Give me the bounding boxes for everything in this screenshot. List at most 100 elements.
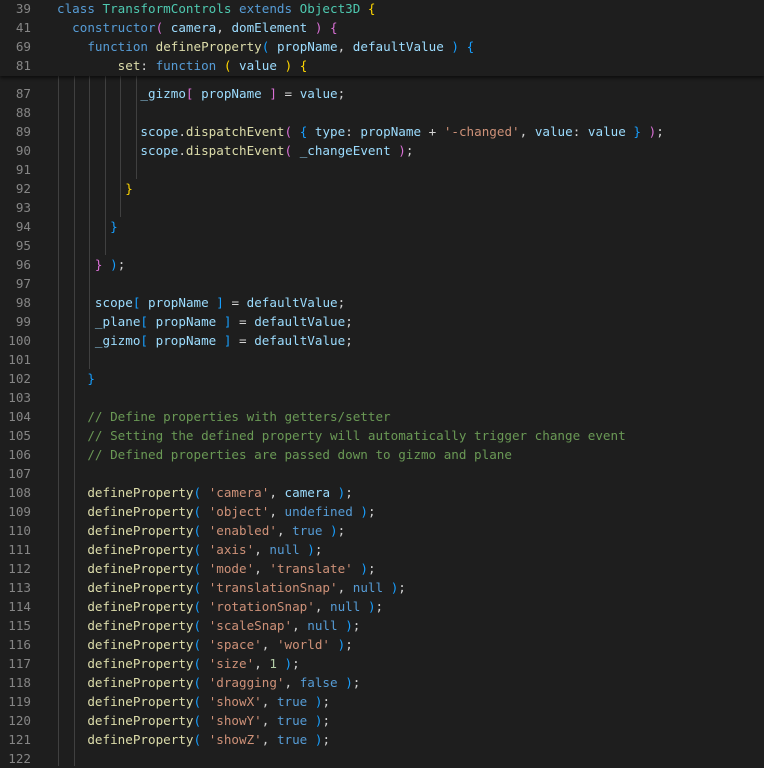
line-number: 120 <box>8 713 31 728</box>
code-line[interactable]: 97 <box>0 274 764 293</box>
code-line[interactable]: 118 defineProperty( 'dragging', false ); <box>0 673 764 692</box>
code-line[interactable]: 93 <box>0 198 764 217</box>
code-token: { <box>367 1 376 16</box>
code-token: defineProperty <box>87 580 194 595</box>
line-number: 121 <box>8 732 31 747</box>
line-number: 89 <box>15 124 31 139</box>
code-line[interactable]: 110 defineProperty( 'enabled', true ); <box>0 521 764 540</box>
code-line[interactable]: 106 // Defined properties are passed dow… <box>0 445 764 464</box>
code-line[interactable]: 113 defineProperty( 'translationSnap', n… <box>0 578 764 597</box>
code-line[interactable]: 101 <box>0 350 764 369</box>
code-line[interactable]: 95 <box>0 236 764 255</box>
line-code: defineProperty( 'camera', camera ); <box>57 483 353 502</box>
code-line[interactable]: 107 <box>0 464 764 483</box>
line-number: 108 <box>8 485 31 500</box>
code-line[interactable]: 89 scope.dispatchEvent( { type: propName… <box>0 122 764 141</box>
code-token: , <box>216 20 232 35</box>
code-token: propName <box>360 124 422 139</box>
code-line[interactable]: 100 _gizmo[ propName ] = defaultValue; <box>0 331 764 350</box>
code-token: , <box>254 542 270 557</box>
code-line[interactable]: 92 } <box>0 179 764 198</box>
code-token: camera <box>170 20 217 35</box>
code-token: ( <box>193 485 202 500</box>
code-token: } <box>94 257 103 272</box>
code-token: defineProperty <box>87 732 194 747</box>
sticky-scroll-header[interactable]: 39 class TransformControls extends Object… <box>0 0 764 76</box>
code-editor[interactable]: 39 class TransformControls extends Object… <box>0 0 764 766</box>
code-token: ( <box>193 694 202 709</box>
code-line[interactable]: 120 defineProperty( 'showY', true ); <box>0 711 764 730</box>
code-line[interactable]: 87 _gizmo[ propName ] = value; <box>0 84 764 103</box>
code-line[interactable]: 88 <box>0 103 764 122</box>
sticky-line[interactable]: 81 set: function ( value ) { <box>0 56 764 75</box>
code-token: , <box>261 713 277 728</box>
code-line[interactable]: 105 // Setting the defined property will… <box>0 426 764 445</box>
code-token: ; <box>345 485 353 500</box>
code-token: value <box>587 124 626 139</box>
code-token: { <box>466 39 475 54</box>
code-line[interactable]: 119 defineProperty( 'showX', true ); <box>0 692 764 711</box>
code-token: true <box>276 732 308 747</box>
code-line[interactable]: 99 _plane[ propName ] = defaultValue; <box>0 312 764 331</box>
code-line[interactable]: 98 scope[ propName ] = defaultValue; <box>0 293 764 312</box>
code-line[interactable]: 111 defineProperty( 'axis', null ); <box>0 540 764 559</box>
code-token: defineProperty <box>87 618 194 633</box>
code-line[interactable]: 91 <box>0 160 764 179</box>
code-line[interactable]: 116 defineProperty( 'space', 'world' ); <box>0 635 764 654</box>
code-token: ; <box>345 314 353 329</box>
line-number: 100 <box>8 333 31 348</box>
code-line[interactable]: 108 defineProperty( 'camera', camera ); <box>0 483 764 502</box>
line-number: 41 <box>15 20 31 35</box>
code-token: value <box>534 124 573 139</box>
code-token: ( <box>193 618 202 633</box>
code-token: , <box>292 618 308 633</box>
code-line[interactable]: 90 scope.dispatchEvent( _changeEvent ); <box>0 141 764 160</box>
code-line[interactable]: 102 } <box>0 369 764 388</box>
line-number: 110 <box>8 523 31 538</box>
code-line[interactable]: 109 defineProperty( 'object', undefined … <box>0 502 764 521</box>
sticky-line[interactable]: 39 class TransformControls extends Object… <box>0 0 764 18</box>
code-token: 'showX' <box>208 694 262 709</box>
code-token: + <box>421 124 444 139</box>
code-line[interactable]: 115 defineProperty( 'scaleSnap', null ); <box>0 616 764 635</box>
code-token: , <box>261 694 277 709</box>
code-line[interactable]: 114 defineProperty( 'rotationSnap', null… <box>0 597 764 616</box>
code-line[interactable]: 112 defineProperty( 'mode', 'translate' … <box>0 559 764 578</box>
code-token: , <box>337 580 353 595</box>
code-line[interactable]: 94 } <box>0 217 764 236</box>
line-number: 117 <box>8 656 31 671</box>
line-number: 90 <box>15 143 31 158</box>
code-token: // Setting the defined property will aut… <box>87 428 626 443</box>
code-line[interactable]: 121 defineProperty( 'showZ', true ); <box>0 730 764 749</box>
line-code: scope.dispatchEvent( _changeEvent ); <box>57 141 413 160</box>
sticky-line[interactable]: 69 function defineProperty( propName, de… <box>0 37 764 56</box>
line-number: 112 <box>8 561 31 576</box>
indent-guide <box>89 76 90 369</box>
code-line[interactable]: 103 <box>0 388 764 407</box>
code-line[interactable]: 104 // Define properties with getters/se… <box>0 407 764 426</box>
code-token: ) <box>284 656 293 671</box>
line-code: } <box>57 217 118 236</box>
sticky-line[interactable]: 41 constructor( camera, domElement ) { <box>0 18 764 37</box>
code-line[interactable]: 96 } ); <box>0 255 764 274</box>
code-line[interactable]: 117 defineProperty( 'size', 1 ); <box>0 654 764 673</box>
code-line[interactable]: 122 <box>0 749 764 768</box>
code-token: defaultValue <box>254 314 346 329</box>
code-token: ) <box>330 523 338 538</box>
line-number: 102 <box>8 371 31 386</box>
code-token: ) <box>345 618 353 633</box>
